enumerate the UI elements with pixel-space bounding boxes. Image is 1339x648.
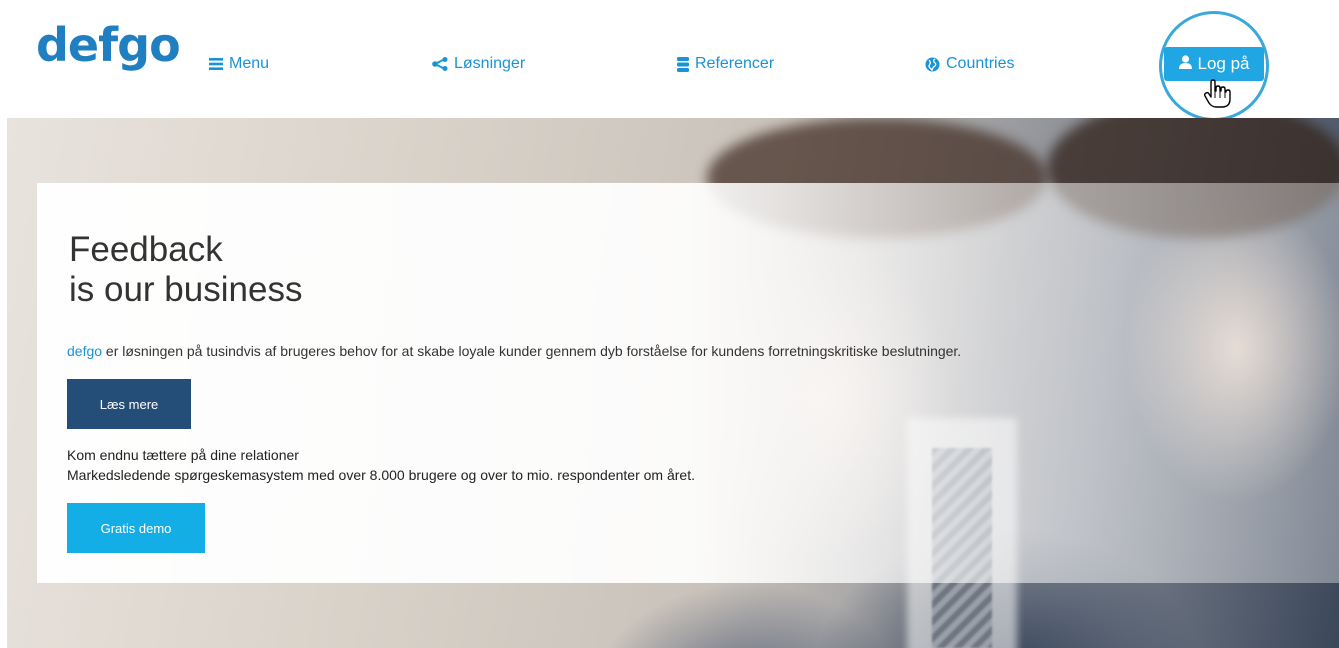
hero-title: Feedback is our business bbox=[69, 230, 302, 310]
hero-title-line2: is our business bbox=[69, 270, 303, 309]
free-demo-button[interactable]: Gratis demo bbox=[67, 503, 205, 553]
hero-card: Feedback is our business defgo er løsnin… bbox=[37, 183, 1339, 583]
share-icon bbox=[432, 57, 448, 71]
database-icon bbox=[677, 56, 689, 72]
login-button[interactable]: Log på bbox=[1164, 47, 1264, 81]
nav-solutions-label: Løsninger bbox=[454, 55, 526, 72]
site-header: defgo Menu Løsninger Referencer Countrie… bbox=[0, 0, 1339, 121]
nav-menu[interactable]: Menu bbox=[209, 55, 269, 73]
hero-description: defgo er løsningen på tusindvis af bruge… bbox=[67, 343, 961, 359]
nav-menu-label: Menu bbox=[229, 55, 270, 72]
read-more-button[interactable]: Læs mere bbox=[67, 379, 191, 429]
globe-icon bbox=[925, 57, 940, 72]
logo[interactable]: defgo bbox=[36, 22, 181, 68]
hero-tagline-2: Markedsledende spørgeskemasystem med ove… bbox=[67, 467, 695, 483]
hero-tagline-1: Kom endnu tættere på dine relationer bbox=[67, 447, 299, 463]
nav-countries[interactable]: Countries bbox=[925, 55, 1014, 73]
hero-banner: Feedback is our business defgo er løsnin… bbox=[7, 118, 1339, 648]
user-icon bbox=[1178, 54, 1192, 74]
hero-description-text: er løsningen på tusindvis af brugeres be… bbox=[102, 343, 962, 359]
nav-countries-label: Countries bbox=[946, 55, 1015, 72]
hero-brand-link[interactable]: defgo bbox=[67, 343, 102, 359]
nav-references-label: Referencer bbox=[695, 55, 775, 72]
hero-title-line1: Feedback bbox=[69, 230, 223, 269]
hamburger-icon bbox=[209, 58, 223, 70]
hand-pointer-icon bbox=[1203, 79, 1231, 114]
nav-references[interactable]: Referencer bbox=[677, 55, 774, 73]
login-label: Log på bbox=[1197, 54, 1250, 73]
nav-solutions[interactable]: Løsninger bbox=[432, 55, 525, 73]
